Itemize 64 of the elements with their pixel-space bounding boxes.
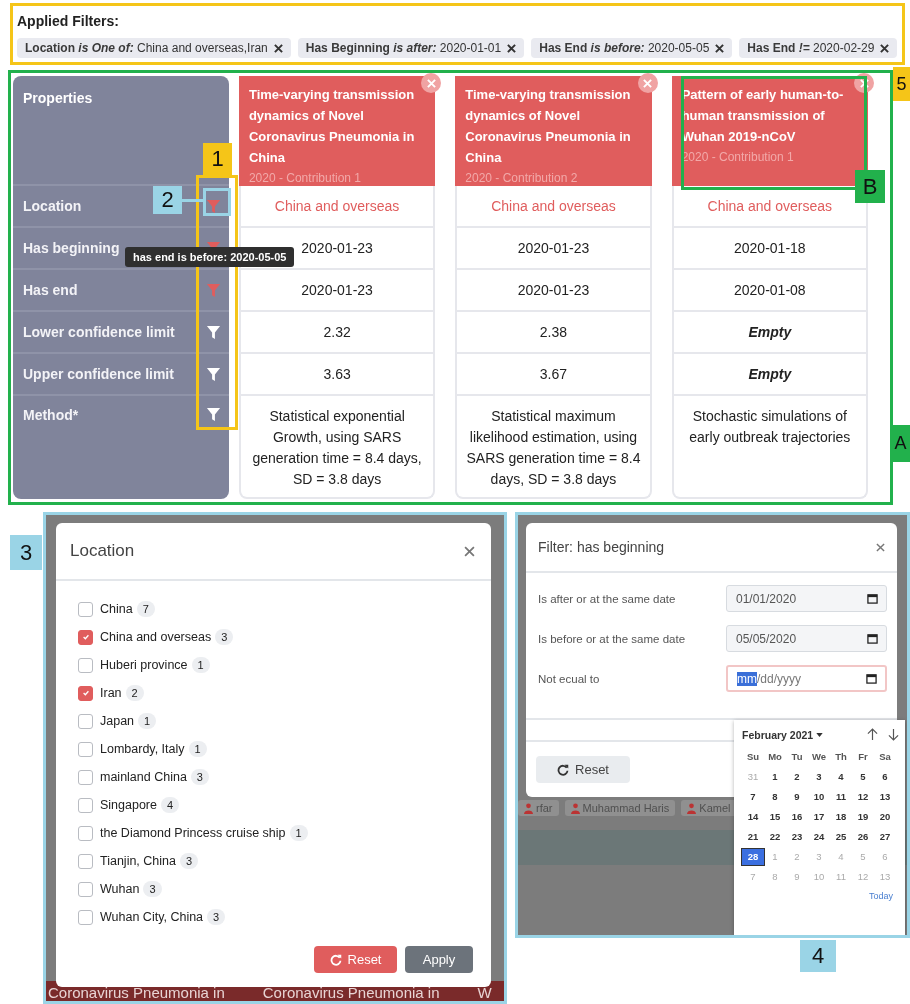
- count-badge: 7: [136, 601, 155, 617]
- dialog-title: Location: [70, 541, 135, 561]
- backdrop-text: Coronavirus Pneumonia in: [262, 984, 440, 1001]
- property-label: Has end: [23, 282, 78, 298]
- weekday-label: Sa: [878, 750, 892, 764]
- paper-subtitle: 2020 - Contribution 2: [465, 171, 579, 185]
- count-badge: 4: [161, 797, 180, 813]
- author-chip: Muhammad Haris: [564, 800, 676, 816]
- callout-label: 1: [203, 143, 232, 175]
- table-cell-text: Statistical maximum likelihood estimation, using SARS generation time = 8.4 days, SD = 3.8 days: [465, 407, 642, 489]
- count-badge: 3: [215, 629, 234, 645]
- field-label: Not ecual to: [538, 672, 600, 685]
- count-badge: 1: [191, 657, 210, 673]
- table-cell-text: Stochastic simulations of early outbreak trajectories: [688, 407, 852, 447]
- count-badge: 1: [138, 713, 157, 729]
- field-label: Is before or at the same date: [538, 632, 686, 645]
- author-chip: rfar: [518, 800, 559, 816]
- paper-subtitle: 2020 - Contribution 1: [248, 171, 362, 185]
- table-cell: 2020-01-23: [457, 270, 650, 312]
- callout-label: B: [855, 170, 885, 203]
- count-badge: 3: [207, 909, 226, 925]
- weekday-label: Th: [834, 750, 848, 764]
- backdrop-text: W: [477, 984, 492, 1001]
- table-cell: 2020-01-23: [240, 270, 434, 312]
- count-badge: 3: [179, 853, 199, 869]
- weekday-label: Tu: [790, 750, 804, 764]
- weekday-label: Su: [745, 750, 761, 764]
- property-label: Location: [23, 198, 82, 214]
- property-label: Upper confidence limit: [23, 366, 174, 382]
- table-cell: 2020-01-18: [673, 228, 866, 270]
- callout-label: 5: [893, 67, 910, 101]
- property-label: Has beginning: [23, 240, 120, 256]
- callout-label: A: [891, 425, 910, 462]
- table-cell: 2.32: [240, 312, 434, 354]
- table-cell: 3.63: [240, 354, 434, 396]
- table-cell: 2020-01-23: [457, 228, 650, 270]
- callout-label: 4: [800, 940, 836, 972]
- table-cell: China and overseas: [240, 186, 434, 228]
- count-badge: 3: [143, 881, 162, 897]
- callout-label: 2: [153, 186, 182, 214]
- author-chip: Kamel: [681, 800, 737, 816]
- properties-title: Properties: [23, 90, 93, 106]
- field-label: Is after or at the same date: [538, 592, 676, 605]
- dialog-title: Filter: has beginning: [538, 539, 665, 555]
- table-cell: 2020-01-08: [673, 270, 866, 312]
- count-badge: 1: [289, 825, 308, 841]
- callout-label: 3: [10, 535, 42, 570]
- backdrop-text: Coronavirus Pneumonia in: [48, 984, 225, 1001]
- table-cell: Empty: [673, 312, 866, 354]
- table-cell: Empty: [673, 354, 866, 396]
- count-badge: 3: [190, 769, 209, 785]
- table-cell-text: Statistical exponential Growth, using SARS generation time = 8.4 days, SD = 3.8 days: [251, 407, 423, 489]
- count-badge: 2: [125, 685, 144, 701]
- table-cell: 2.38: [457, 312, 650, 354]
- table-cell: China and overseas: [457, 186, 650, 228]
- property-label: Lower confidence limit: [23, 324, 175, 340]
- weekday-label: Fr: [857, 750, 869, 764]
- count-badge: 1: [188, 741, 207, 757]
- weekday-label: We: [810, 750, 828, 764]
- table-cell: 3.67: [457, 354, 650, 396]
- tooltip: has end is before: 2020-05-05: [125, 247, 295, 267]
- property-label: Method*: [23, 407, 79, 423]
- applied-filters-title: Applied Filters:: [17, 13, 120, 29]
- weekday-label: Mo: [767, 750, 783, 764]
